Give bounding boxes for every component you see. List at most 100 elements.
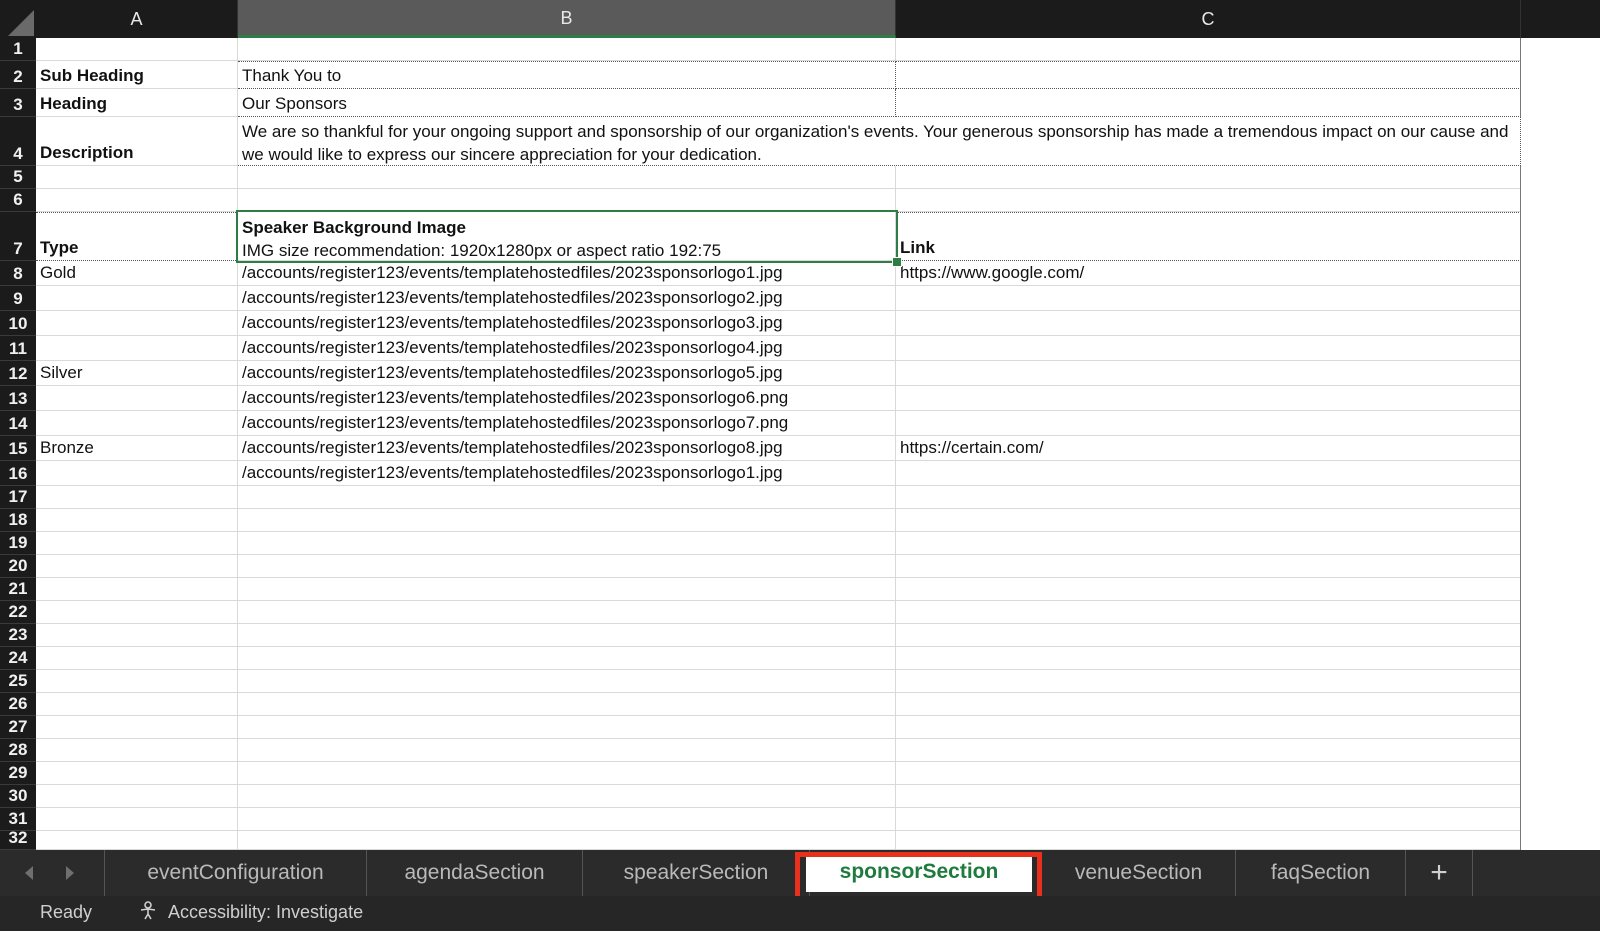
row-header[interactable]: 5: [0, 166, 36, 189]
cell-b28[interactable]: [238, 739, 896, 762]
row-header[interactable]: 19: [0, 532, 36, 555]
cell-c31[interactable]: [896, 808, 1521, 831]
cell-b2[interactable]: Thank You to: [238, 61, 896, 89]
cell-c7[interactable]: Link: [896, 212, 1521, 261]
cell-c28[interactable]: [896, 739, 1521, 762]
row-header[interactable]: 20: [0, 555, 36, 578]
cell-a29[interactable]: [36, 762, 238, 785]
status-accessibility[interactable]: Accessibility: Investigate: [168, 902, 363, 923]
cell-a12[interactable]: Silver: [36, 361, 238, 386]
row-header[interactable]: 29: [0, 762, 36, 785]
cell-a27[interactable]: [36, 716, 238, 739]
cell-c16[interactable]: [896, 461, 1521, 486]
cell-b29[interactable]: [238, 762, 896, 785]
cell-b18[interactable]: [238, 509, 896, 532]
cell-b1[interactable]: [238, 38, 896, 61]
cell-a1[interactable]: [36, 38, 238, 61]
cell-c14[interactable]: [896, 411, 1521, 436]
cell-a28[interactable]: [36, 739, 238, 762]
cell-b26[interactable]: [238, 693, 896, 716]
row-header[interactable]: 27: [0, 716, 36, 739]
tab-venue-section[interactable]: venueSection: [1042, 850, 1236, 896]
cell-a24[interactable]: [36, 647, 238, 670]
cell-b23[interactable]: [238, 624, 896, 647]
cell-c25[interactable]: [896, 670, 1521, 693]
cell-c6[interactable]: [896, 189, 1521, 212]
cell-a30[interactable]: [36, 785, 238, 808]
cell-c27[interactable]: [896, 716, 1521, 739]
row-header[interactable]: 26: [0, 693, 36, 716]
cell-b7[interactable]: Speaker Background Image IMG size recomm…: [238, 212, 896, 261]
cell-c26[interactable]: [896, 693, 1521, 716]
cell-b6[interactable]: [238, 189, 896, 212]
row-header[interactable]: 11: [0, 336, 36, 361]
cell-c29[interactable]: [896, 762, 1521, 785]
cell-a3[interactable]: Heading: [36, 89, 238, 117]
cell-b9[interactable]: /accounts/register123/events/templatehos…: [238, 286, 896, 311]
cell-a14[interactable]: [36, 411, 238, 436]
cell-a21[interactable]: [36, 578, 238, 601]
tab-sponsor-section[interactable]: sponsorSection: [806, 852, 1032, 892]
select-all-corner[interactable]: [0, 0, 36, 38]
cell-a25[interactable]: [36, 670, 238, 693]
row-header[interactable]: 30: [0, 785, 36, 808]
cell-c32[interactable]: [896, 831, 1521, 850]
row-header[interactable]: 24: [0, 647, 36, 670]
cell-c8[interactable]: https://www.google.com/: [896, 261, 1521, 286]
cell-a2[interactable]: Sub Heading: [36, 61, 238, 89]
cell-b31[interactable]: [238, 808, 896, 831]
cell-c2[interactable]: [896, 61, 1521, 89]
add-sheet-button[interactable]: +: [1406, 850, 1473, 896]
cell-b15[interactable]: /accounts/register123/events/templatehos…: [238, 436, 896, 461]
row-header[interactable]: 12: [0, 361, 36, 386]
cell-b22[interactable]: [238, 601, 896, 624]
tab-agenda-section[interactable]: agendaSection: [367, 850, 583, 896]
cell-a23[interactable]: [36, 624, 238, 647]
tab-faq-section[interactable]: faqSection: [1236, 850, 1406, 896]
tab-event-configuration[interactable]: eventConfiguration: [104, 850, 367, 896]
cell-a22[interactable]: [36, 601, 238, 624]
row-header[interactable]: 25: [0, 670, 36, 693]
row-header[interactable]: 23: [0, 624, 36, 647]
row-header[interactable]: 14: [0, 411, 36, 436]
cell-c13[interactable]: [896, 386, 1521, 411]
row-header[interactable]: 1: [0, 38, 36, 61]
cell-a31[interactable]: [36, 808, 238, 831]
cell-c18[interactable]: [896, 509, 1521, 532]
cell-b5[interactable]: [238, 166, 896, 189]
row-header[interactable]: 28: [0, 739, 36, 762]
row-header[interactable]: 17: [0, 486, 36, 509]
fill-handle[interactable]: [892, 257, 902, 267]
cell-c9[interactable]: [896, 286, 1521, 311]
cell-a10[interactable]: [36, 311, 238, 336]
cell-b4[interactable]: We are so thankful for your ongoing supp…: [238, 117, 1521, 166]
cell-b17[interactable]: [238, 486, 896, 509]
cell-c24[interactable]: [896, 647, 1521, 670]
cell-c19[interactable]: [896, 532, 1521, 555]
cell-c10[interactable]: [896, 311, 1521, 336]
cell-b20[interactable]: [238, 555, 896, 578]
column-header-b[interactable]: B: [238, 0, 896, 38]
cell-b8[interactable]: /accounts/register123/events/templatehos…: [238, 261, 896, 286]
cell-c3[interactable]: [896, 89, 1521, 117]
cell-a8[interactable]: Gold: [36, 261, 238, 286]
row-header[interactable]: 21: [0, 578, 36, 601]
cell-a32[interactable]: [36, 831, 238, 850]
cell-b27[interactable]: [238, 716, 896, 739]
cell-b12[interactable]: /accounts/register123/events/templatehos…: [238, 361, 896, 386]
cell-a19[interactable]: [36, 532, 238, 555]
cell-b3[interactable]: Our Sponsors: [238, 89, 896, 117]
cell-b21[interactable]: [238, 578, 896, 601]
row-header[interactable]: 6: [0, 189, 36, 212]
row-header[interactable]: 10: [0, 311, 36, 336]
column-header-c[interactable]: C: [896, 0, 1521, 38]
row-header[interactable]: 32: [0, 828, 36, 850]
cell-a13[interactable]: [36, 386, 238, 411]
cell-a7[interactable]: Type: [36, 212, 238, 261]
row-header[interactable]: 4: [0, 117, 36, 166]
cell-a17[interactable]: [36, 486, 238, 509]
row-header[interactable]: 18: [0, 509, 36, 532]
cell-a16[interactable]: [36, 461, 238, 486]
cell-c12[interactable]: [896, 361, 1521, 386]
row-header[interactable]: 7: [0, 212, 36, 261]
